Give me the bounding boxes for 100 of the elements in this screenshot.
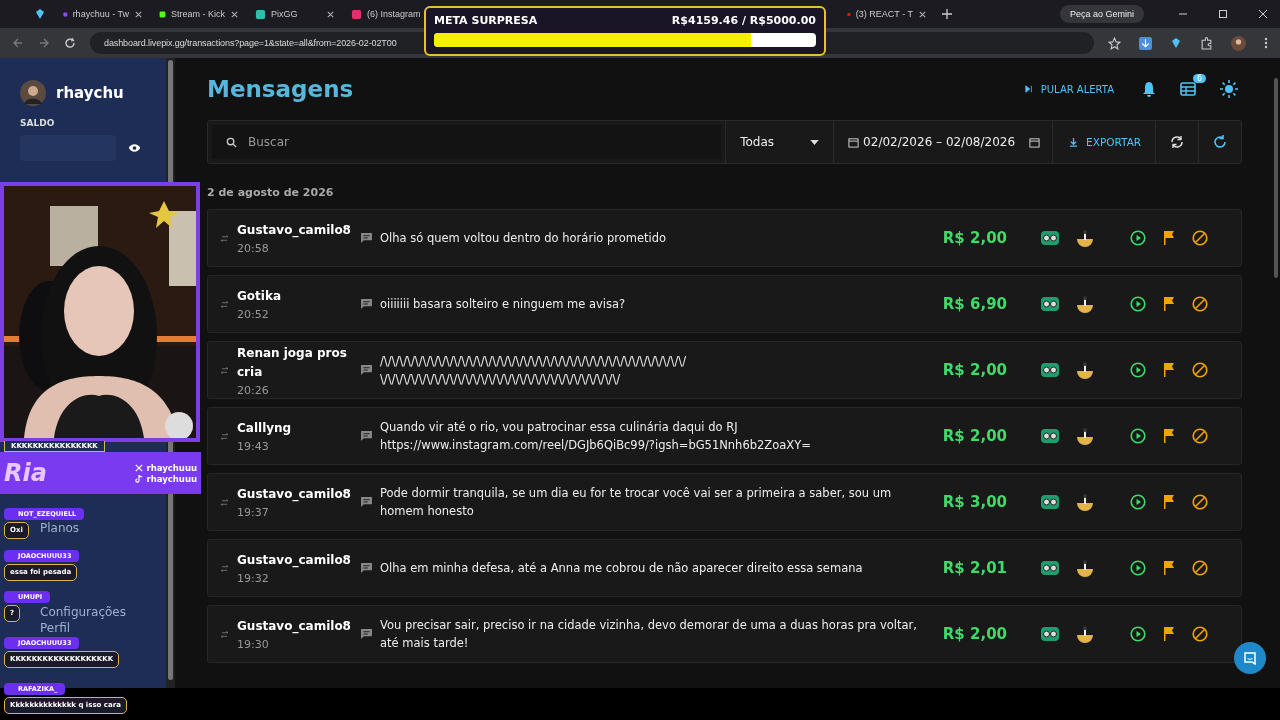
close-icon[interactable]: [918, 9, 927, 19]
play-icon[interactable]: [1130, 560, 1146, 576]
date-range-field[interactable]: 02/02/2026 – 02/08/2026: [833, 121, 1053, 163]
flag-icon[interactable]: [1163, 495, 1175, 509]
joystick-icon[interactable]: [1076, 361, 1094, 379]
diamond-icon[interactable]: [1170, 37, 1182, 49]
close-icon[interactable]: [230, 9, 239, 19]
sender-name: Gustavo_camilo8: [237, 552, 351, 570]
username: rhaychu: [56, 84, 124, 102]
swap-icon: [220, 564, 229, 572]
block-icon[interactable]: [1192, 362, 1208, 378]
calendar-icon[interactable]: [1180, 82, 1196, 96]
sender-name: Gustavo_camilo8: [237, 222, 351, 240]
block-icon[interactable]: [1192, 296, 1208, 312]
skip-alert-button[interactable]: PULAR ALERTA: [1020, 79, 1118, 99]
flag-icon[interactable]: [1163, 429, 1175, 443]
sidebar-item[interactable]: Perfil: [40, 621, 71, 635]
export-button[interactable]: EXPORTAR: [1052, 121, 1156, 163]
sidebar-item[interactable]: Planos: [40, 521, 80, 535]
diamond-icon[interactable]: [34, 8, 46, 20]
sidebar-item[interactable]: Configurações: [40, 605, 126, 619]
menu-icon[interactable]: [1264, 37, 1268, 49]
balance-label: SALDO: [20, 118, 56, 129]
glasses-icon[interactable]: [1041, 561, 1059, 575]
close-icon[interactable]: [1258, 9, 1268, 19]
reload-icon[interactable]: [64, 37, 76, 49]
glasses-icon[interactable]: [1041, 231, 1059, 245]
swap-icon: [220, 300, 229, 308]
swap-icon: [220, 234, 229, 242]
refresh-icon[interactable]: [1213, 135, 1228, 149]
block-icon[interactable]: [1192, 230, 1208, 246]
amount: R$ 6,90: [941, 295, 1007, 313]
calendar-icon: [848, 136, 860, 148]
close-icon[interactable]: [326, 9, 335, 19]
forward-icon[interactable]: [38, 37, 50, 49]
flag-icon[interactable]: [1163, 363, 1175, 377]
block-icon[interactable]: [1192, 560, 1208, 576]
flag-icon[interactable]: [1163, 231, 1175, 245]
glasses-icon[interactable]: [1041, 363, 1059, 377]
message-text: oiiiiiii basara solteiro e ninguem me avisa?: [380, 296, 627, 313]
caret-icon: [810, 139, 820, 145]
download-icon[interactable]: [1139, 36, 1152, 50]
page-title: Mensagens: [207, 76, 354, 102]
back-icon[interactable]: [12, 37, 24, 49]
gemini-button[interactable]: Peça ao Gemini: [1059, 5, 1144, 23]
sync-icon[interactable]: [1170, 135, 1185, 149]
message-time: 20:52: [237, 308, 269, 321]
restore-icon[interactable]: [1218, 9, 1228, 19]
message-icon: [361, 497, 372, 507]
browser-tab[interactable]: Stream - Kick: [154, 3, 244, 25]
play-icon[interactable]: [1130, 296, 1146, 312]
eye-icon[interactable]: [128, 143, 141, 153]
amount: R$ 2,00: [941, 229, 1007, 247]
joystick-icon[interactable]: [1076, 427, 1094, 445]
glasses-icon[interactable]: [1041, 627, 1059, 641]
block-icon[interactable]: [1192, 626, 1208, 642]
sender-name: Gotika: [237, 288, 282, 305]
flag-icon[interactable]: [1163, 297, 1175, 311]
message-time: 20:26: [237, 383, 269, 397]
play-icon[interactable]: [1130, 362, 1146, 378]
play-icon[interactable]: [1130, 428, 1146, 444]
bell-icon[interactable]: [1142, 81, 1156, 97]
joystick-icon[interactable]: [1076, 229, 1094, 247]
browser-tab[interactable]: rhaychuu - Tw: [58, 3, 148, 25]
search-field[interactable]: Buscar: [212, 125, 722, 159]
swap-icon: [220, 498, 229, 506]
browser-tab[interactable]: PixGG: [250, 3, 340, 25]
puzzle-icon[interactable]: [1200, 36, 1213, 50]
joystick-icon[interactable]: [1076, 625, 1094, 643]
message-time: 19:30: [237, 638, 269, 651]
joystick-icon[interactable]: [1076, 295, 1094, 313]
message-time: 19:32: [237, 572, 269, 585]
close-icon[interactable]: [134, 9, 143, 19]
profile-avatar-icon[interactable]: [1231, 35, 1246, 51]
glasses-icon[interactable]: [1041, 297, 1059, 311]
play-icon[interactable]: [1130, 494, 1146, 510]
message-text: Pode dormir tranquila, se um dia eu for te trocar você vai ser a primeira a saber, sou um homem honesto: [380, 485, 893, 520]
glasses-icon[interactable]: [1041, 495, 1059, 509]
play-icon[interactable]: [1130, 626, 1146, 642]
swap-icon: [220, 630, 229, 638]
block-icon[interactable]: [1192, 494, 1208, 510]
joystick-icon[interactable]: [1076, 493, 1094, 511]
swap-icon: [220, 432, 229, 440]
sun-icon[interactable]: [1220, 80, 1238, 98]
browser-tab[interactable]: (3) REACT - T: [842, 3, 932, 25]
sender-name: Gustavo_camilo8: [237, 618, 351, 636]
message-icon: [361, 629, 372, 639]
flag-icon[interactable]: [1163, 561, 1175, 575]
flag-icon[interactable]: [1163, 627, 1175, 641]
new-tab-icon[interactable]: [942, 9, 952, 19]
block-icon[interactable]: [1192, 428, 1208, 444]
bookmark-star-icon[interactable]: [1108, 36, 1121, 50]
play-icon[interactable]: [1130, 230, 1146, 246]
joystick-icon[interactable]: [1076, 559, 1094, 577]
x-logo-icon: [135, 463, 144, 472]
sender-name: Gustavo_camilo8: [237, 486, 351, 504]
message-text: Vou precisar sair, preciso ir na cidade vizinha, devo demorar de uma a duas horas pra voltar, até mais tarde!: [380, 617, 918, 652]
glasses-icon[interactable]: [1041, 429, 1059, 443]
state-dropdown[interactable]: Todas: [725, 121, 834, 163]
music-note-icon: [135, 474, 144, 483]
